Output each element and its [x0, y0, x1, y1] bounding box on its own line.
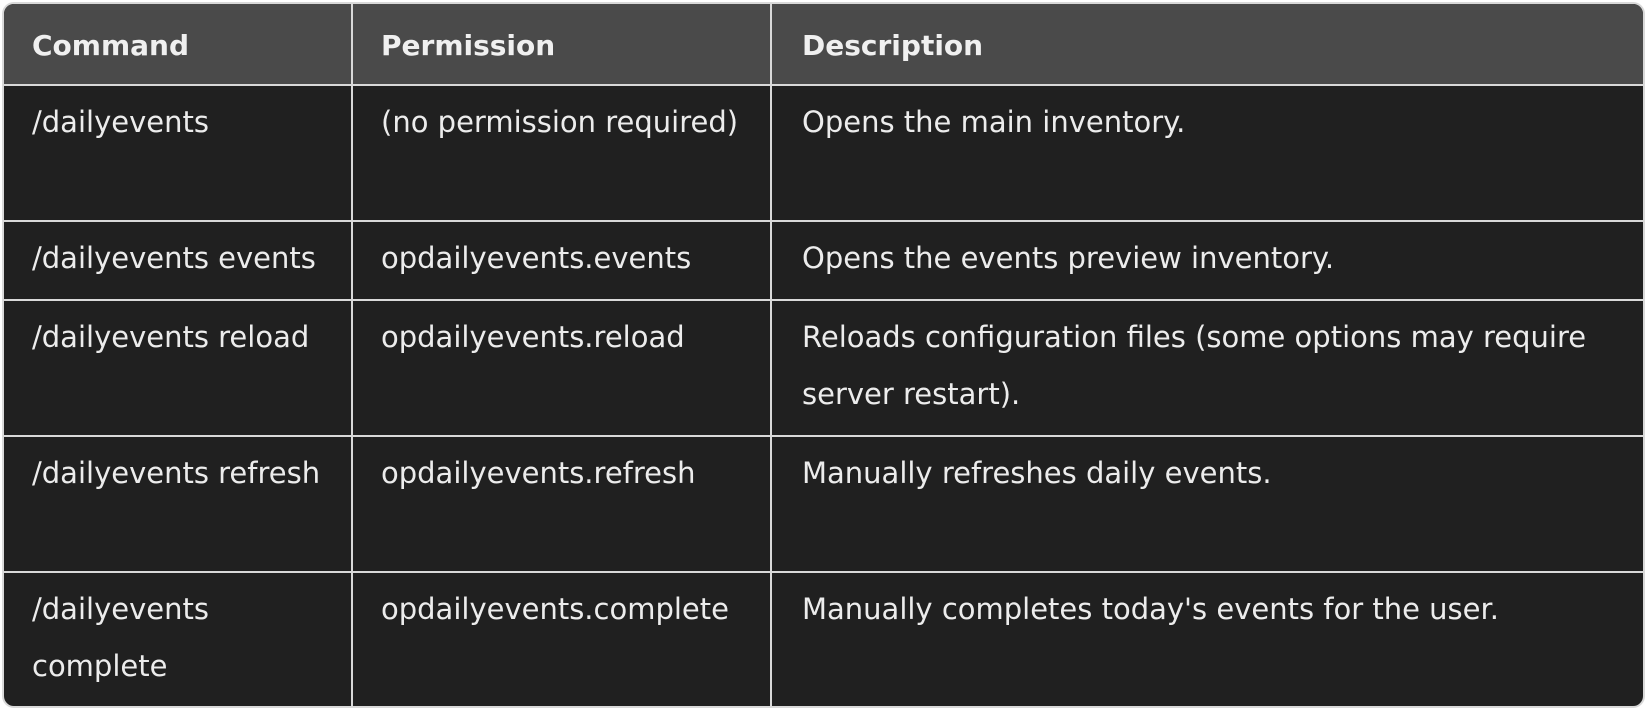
- command-cell: /dailyevents reload: [4, 299, 353, 437]
- table-row: /dailyevents events opdailyevents.events…: [4, 220, 1643, 301]
- header-permission: Permission: [351, 4, 772, 86]
- description-cell: Opens the main inventory.: [770, 84, 1643, 222]
- command-cell: /dailyevents: [4, 84, 353, 222]
- header-description: Description: [770, 4, 1643, 86]
- permission-cell: opdailyevents.events: [351, 220, 772, 301]
- commands-table-container: Command Permission Description /dailyeve…: [2, 2, 1645, 708]
- permission-cell: opdailyevents.reload: [351, 299, 772, 437]
- description-cell: Manually refreshes daily events.: [770, 435, 1643, 573]
- command-cell: /dailyevents events: [4, 220, 353, 301]
- table-row: /dailyevents reload opdailyevents.reload…: [4, 299, 1643, 437]
- commands-table: Command Permission Description /dailyeve…: [4, 4, 1643, 706]
- table-row: /dailyevents (no permission required) Op…: [4, 84, 1643, 222]
- permission-cell: (no permission required): [351, 84, 772, 222]
- table-row: /dailyevents refresh opdailyevents.refre…: [4, 435, 1643, 573]
- header-command: Command: [4, 4, 353, 86]
- permission-cell: opdailyevents.refresh: [351, 435, 772, 573]
- command-cell: /dailyevents complete: [4, 571, 353, 706]
- description-cell: Opens the events preview inventory.: [770, 220, 1643, 301]
- table-row: /dailyevents complete opdailyevents.comp…: [4, 571, 1643, 706]
- permission-cell: opdailyevents.complete: [351, 571, 772, 706]
- description-cell: Reloads configuration files (some option…: [770, 299, 1643, 437]
- command-cell: /dailyevents refresh: [4, 435, 353, 573]
- description-cell: Manually completes today's events for th…: [770, 571, 1643, 706]
- table-header-row: Command Permission Description: [4, 4, 1643, 86]
